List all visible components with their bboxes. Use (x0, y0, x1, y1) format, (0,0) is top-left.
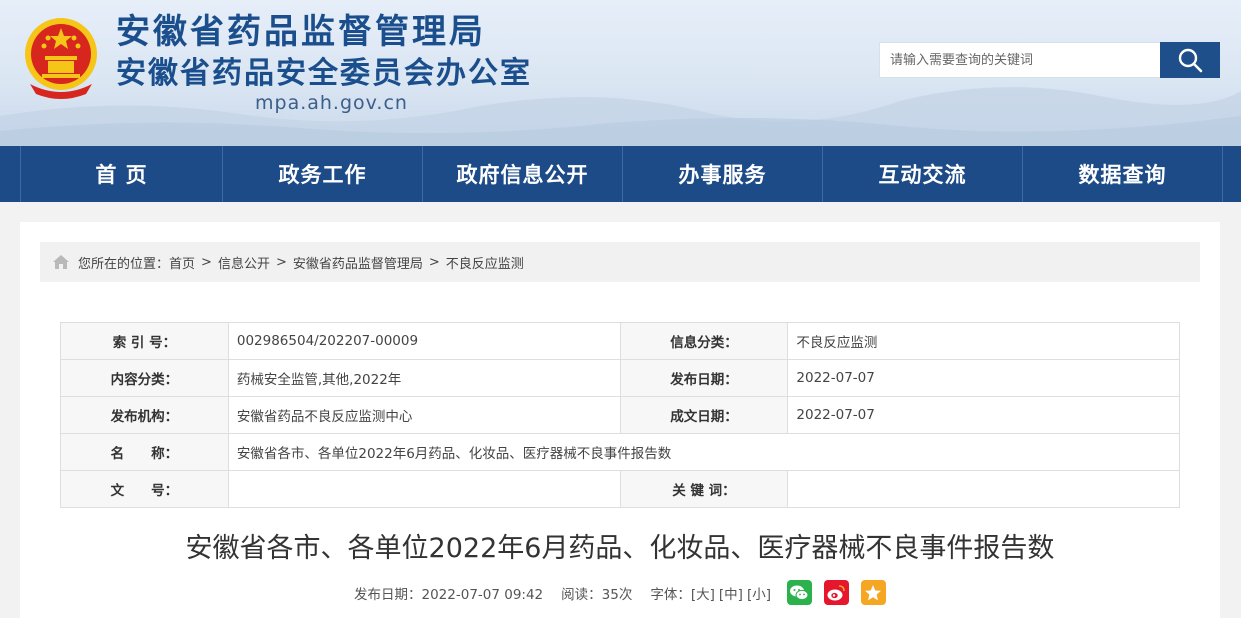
content-category-label: 内容分类： (60, 359, 229, 397)
share-weibo-button[interactable] (823, 580, 849, 605)
article-title: 安徽省各市、各单位2022年6月药品、化妆品、医疗器械不良事件报告数 (185, 533, 1055, 564)
breadcrumb-item-current[interactable]: 不良反应监测 (446, 253, 524, 272)
weibo-icon (827, 584, 846, 600)
search-icon (1178, 48, 1203, 73)
breadcrumb-item-home[interactable]: 首页 (169, 253, 195, 272)
breadcrumb-item-bureau[interactable]: 安徽省药品监督管理局 (293, 253, 423, 272)
table-row: 名 称： 安徽省各市、各单位2022年6月药品、化妆品、医疗器械不良事件报告数 (60, 433, 1181, 471)
nav-item-home[interactable]: 首 页 (20, 146, 223, 202)
doc-number-value (227, 470, 621, 508)
site-domain: mpa.ah.gov.cn (255, 92, 408, 114)
table-row: 发布机构： 安徽省药品不良反应监测中心 成文日期： 2022-07-07 (60, 396, 1180, 434)
search-button[interactable] (1160, 42, 1220, 78)
name-value: 安徽省各市、各单位2022年6月药品、化妆品、医疗器械不良事件报告数 (227, 433, 1181, 471)
home-icon (53, 255, 69, 269)
font-size-large[interactable]: [大] (691, 583, 715, 603)
written-date-label: 成文日期： (619, 396, 789, 434)
nav-item-data-query[interactable]: 数据查询 (1023, 146, 1223, 202)
star-icon (865, 584, 882, 600)
index-value: 002986504/202207-00009 (227, 322, 621, 360)
nav-item-services[interactable]: 办事服务 (623, 146, 823, 202)
article-meta: 发布日期：2022-07-07 09:42 阅读：35次 字体： [大] [中]… (20, 580, 1220, 605)
table-row: 内容分类： 药械安全监管,其他,2022年 发布日期： 2022-07-07 (60, 359, 1180, 397)
name-label: 名 称： (60, 433, 229, 471)
doc-number-label: 文 号： (60, 470, 229, 508)
site-title: 安徽省药品监督管理局 (116, 12, 486, 52)
publisher-value: 安徽省药品不良反应监测中心 (227, 396, 621, 434)
breadcrumb-separator: > (428, 254, 440, 270)
index-label: 索 引 号： (60, 322, 229, 360)
search-input[interactable] (879, 42, 1160, 78)
breadcrumb: 您所在的位置： 首页 > 信息公开 > 安徽省药品监督管理局 > 不良反应监测 (40, 242, 1200, 282)
article-read-count: 阅读：35次 (561, 586, 633, 603)
info-table: 索 引 号： 002986504/202207-00009 信息分类： 不良反应… (60, 322, 1181, 508)
site-header: 安徽省药品监督管理局 安徽省药品安全委员会办公室 mpa.ah.gov.cn (0, 0, 1241, 146)
category-label: 信息分类： (619, 322, 789, 360)
share-wechat-button[interactable] (786, 580, 812, 605)
breadcrumb-separator: > (275, 254, 287, 270)
national-emblem-icon (25, 18, 97, 99)
wechat-icon (790, 585, 809, 600)
breadcrumb-prefix: 您所在的位置： (78, 256, 170, 272)
publish-date-label: 发布日期： (619, 359, 789, 397)
publisher-label: 发布机构： (60, 396, 229, 434)
font-size-small[interactable]: [小] (747, 583, 771, 603)
main-nav: 首 页 政务工作 政府信息公开 办事服务 互动交流 数据查询 (0, 146, 1241, 202)
table-row: 索 引 号： 002986504/202207-00009 信息分类： 不良反应… (60, 322, 1180, 360)
nav-item-government-work[interactable]: 政务工作 (223, 146, 423, 202)
article-publish-date: 发布日期：2022-07-07 09:42 (354, 586, 544, 603)
publish-date-value: 2022-07-07 (787, 359, 1180, 397)
favorite-button[interactable] (860, 580, 886, 605)
nav-item-info-disclosure[interactable]: 政府信息公开 (423, 146, 623, 202)
site-subtitle: 安徽省药品安全委员会办公室 (116, 56, 532, 91)
category-value: 不良反应监测 (787, 322, 1180, 360)
table-row: 文 号： 关 键 词： (60, 470, 1180, 508)
written-date-value: 2022-07-07 (787, 396, 1180, 434)
main-content: 您所在的位置： 首页 > 信息公开 > 安徽省药品监督管理局 > 不良反应监测 … (20, 222, 1220, 618)
keywords-value (787, 470, 1180, 508)
breadcrumb-separator: > (201, 254, 212, 270)
nav-item-interaction[interactable]: 互动交流 (823, 146, 1023, 202)
content-category-value: 药械安全监管,其他,2022年 (227, 359, 621, 397)
breadcrumb-item-info[interactable]: 信息公开 (218, 253, 270, 272)
keywords-label: 关 键 词： (619, 470, 789, 508)
font-size-label: 字体： (650, 586, 691, 603)
font-size-medium[interactable]: [中] (719, 583, 743, 603)
search-box (879, 42, 1220, 78)
